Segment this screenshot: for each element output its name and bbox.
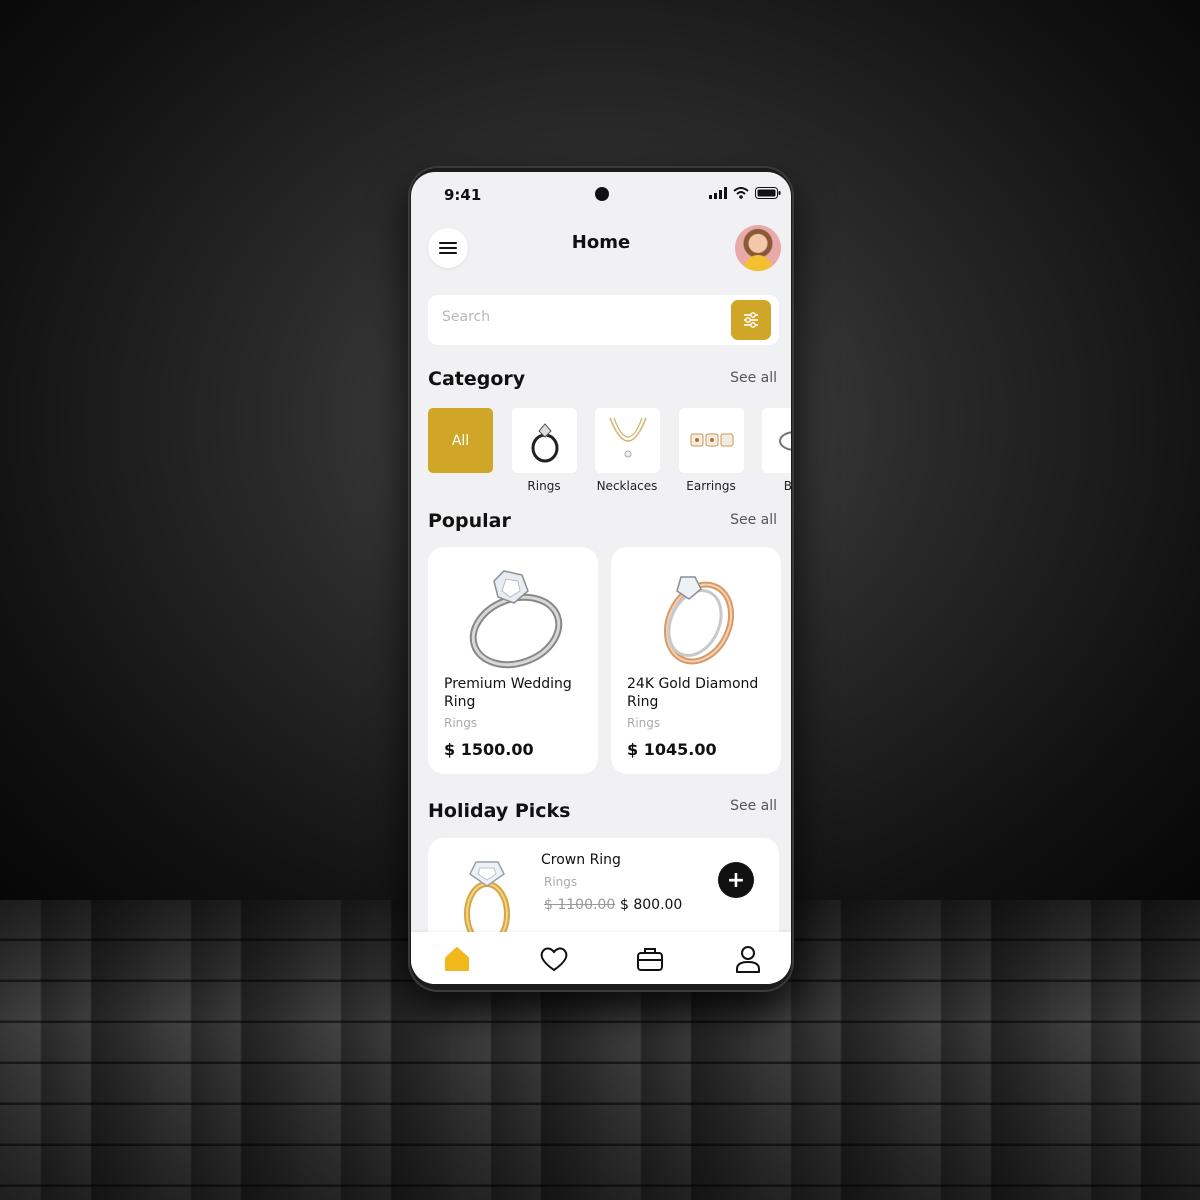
product-name: 24K Gold Diamond Ring [627, 676, 759, 710]
category-all-label: All [451, 432, 470, 449]
front-camera [595, 187, 609, 201]
product-price: $ 1045.00 [627, 740, 717, 759]
user-icon [736, 946, 760, 973]
app-screen: 9:41 Home Search Category See all All Ri… [411, 172, 791, 984]
sliders-icon [744, 312, 758, 328]
silver-ring-image [469, 570, 563, 669]
search-input[interactable] [442, 309, 712, 325]
top-bar: Home [411, 222, 791, 274]
necklace-icon [608, 417, 647, 457]
pick-name: Crown Ring [541, 852, 621, 868]
status-icons [709, 187, 781, 199]
popular-title: Popular [428, 510, 511, 532]
product-category: Rings [444, 716, 478, 730]
status-time: 9:41 [444, 186, 482, 204]
plus-icon: + [726, 867, 746, 893]
wifi-icon [733, 187, 749, 199]
tab-profile[interactable] [733, 944, 763, 974]
page-title: Home [571, 232, 631, 253]
tab-cart[interactable] [635, 944, 665, 974]
category-see-all-link[interactable]: See all [730, 370, 777, 386]
popular-see-all-link[interactable]: See all [730, 512, 777, 528]
category-bracelets[interactable] [762, 408, 791, 473]
tab-favorites[interactable] [539, 944, 569, 974]
holiday-see-all-link[interactable]: See all [730, 798, 777, 814]
product-category: Rings [627, 716, 661, 730]
product-card[interactable]: Premium Wedding Ring Rings $ 1500.00 [428, 547, 598, 774]
ring-icon [531, 422, 558, 462]
category-bracelets-label: Bra [783, 479, 791, 493]
category-earrings[interactable] [679, 408, 744, 473]
filter-button[interactable] [731, 300, 771, 340]
pick-old-price: $ 1100.00 [544, 897, 616, 913]
product-name: Premium Wedding Ring [444, 676, 572, 710]
category-all[interactable]: All [428, 408, 493, 473]
bottom-tab-bar [411, 932, 791, 984]
product-price: $ 1500.00 [444, 740, 534, 759]
avatar[interactable] [735, 225, 781, 271]
avatar-body [744, 255, 772, 271]
bracelet-icon [778, 430, 791, 451]
pick-category: Rings [544, 875, 578, 889]
heart-icon [540, 947, 568, 972]
home-icon [445, 947, 469, 971]
category-necklaces-label: Necklaces [596, 479, 658, 493]
signal-icon [709, 187, 727, 199]
tab-home[interactable] [442, 944, 472, 974]
category-title: Category [428, 368, 526, 390]
gold-ring-image [663, 576, 735, 665]
holiday-picks-title: Holiday Picks [428, 800, 571, 822]
category-list: All Rings Necklaces Earrings B [428, 408, 791, 498]
search-bar [428, 295, 779, 345]
category-rings-label: Rings [527, 479, 561, 493]
status-bar: 9:41 [411, 172, 791, 216]
bag-icon [637, 948, 663, 971]
category-necklaces[interactable] [595, 408, 660, 473]
battery-icon [755, 187, 781, 199]
product-card[interactable]: 24K Gold Diamond Ring Rings $ 1045.00 [611, 547, 781, 774]
earrings-icon [690, 433, 733, 446]
category-rings[interactable] [512, 408, 577, 473]
category-earrings-label: Earrings [686, 479, 736, 493]
add-to-cart-button[interactable]: + [718, 862, 754, 898]
pick-price: $ 800.00 [620, 897, 683, 913]
